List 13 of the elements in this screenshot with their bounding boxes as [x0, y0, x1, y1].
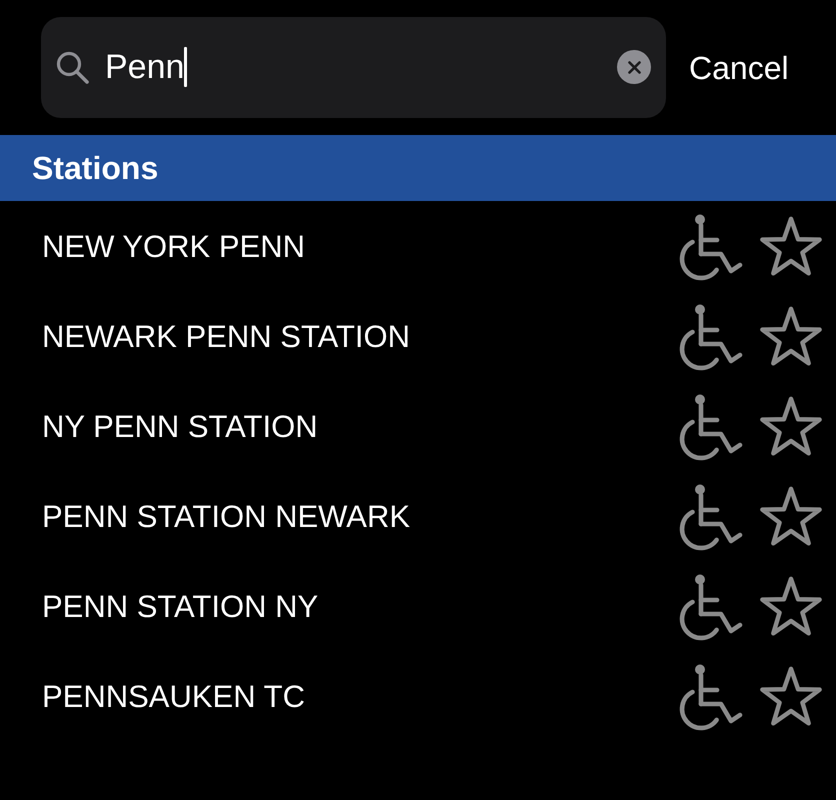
cancel-button[interactable]: Cancel: [689, 48, 789, 88]
station-name[interactable]: PENNSAUKEN TC: [42, 679, 679, 715]
station-name[interactable]: PENN STATION NEWARK: [42, 499, 679, 535]
clear-button[interactable]: [617, 50, 651, 84]
close-icon: [628, 60, 640, 74]
station-name[interactable]: NEWARK PENN STATION: [42, 319, 679, 355]
search-icon: [56, 50, 89, 84]
search-field[interactable]: Penn: [41, 16, 666, 118]
station-name[interactable]: NEW YORK PENN: [42, 229, 679, 265]
station-name[interactable]: PENN STATION NY: [42, 589, 679, 625]
section-header: Stations: [0, 135, 836, 201]
search-text: Penn: [105, 47, 184, 87]
station-name[interactable]: NY PENN STATION: [42, 409, 679, 445]
